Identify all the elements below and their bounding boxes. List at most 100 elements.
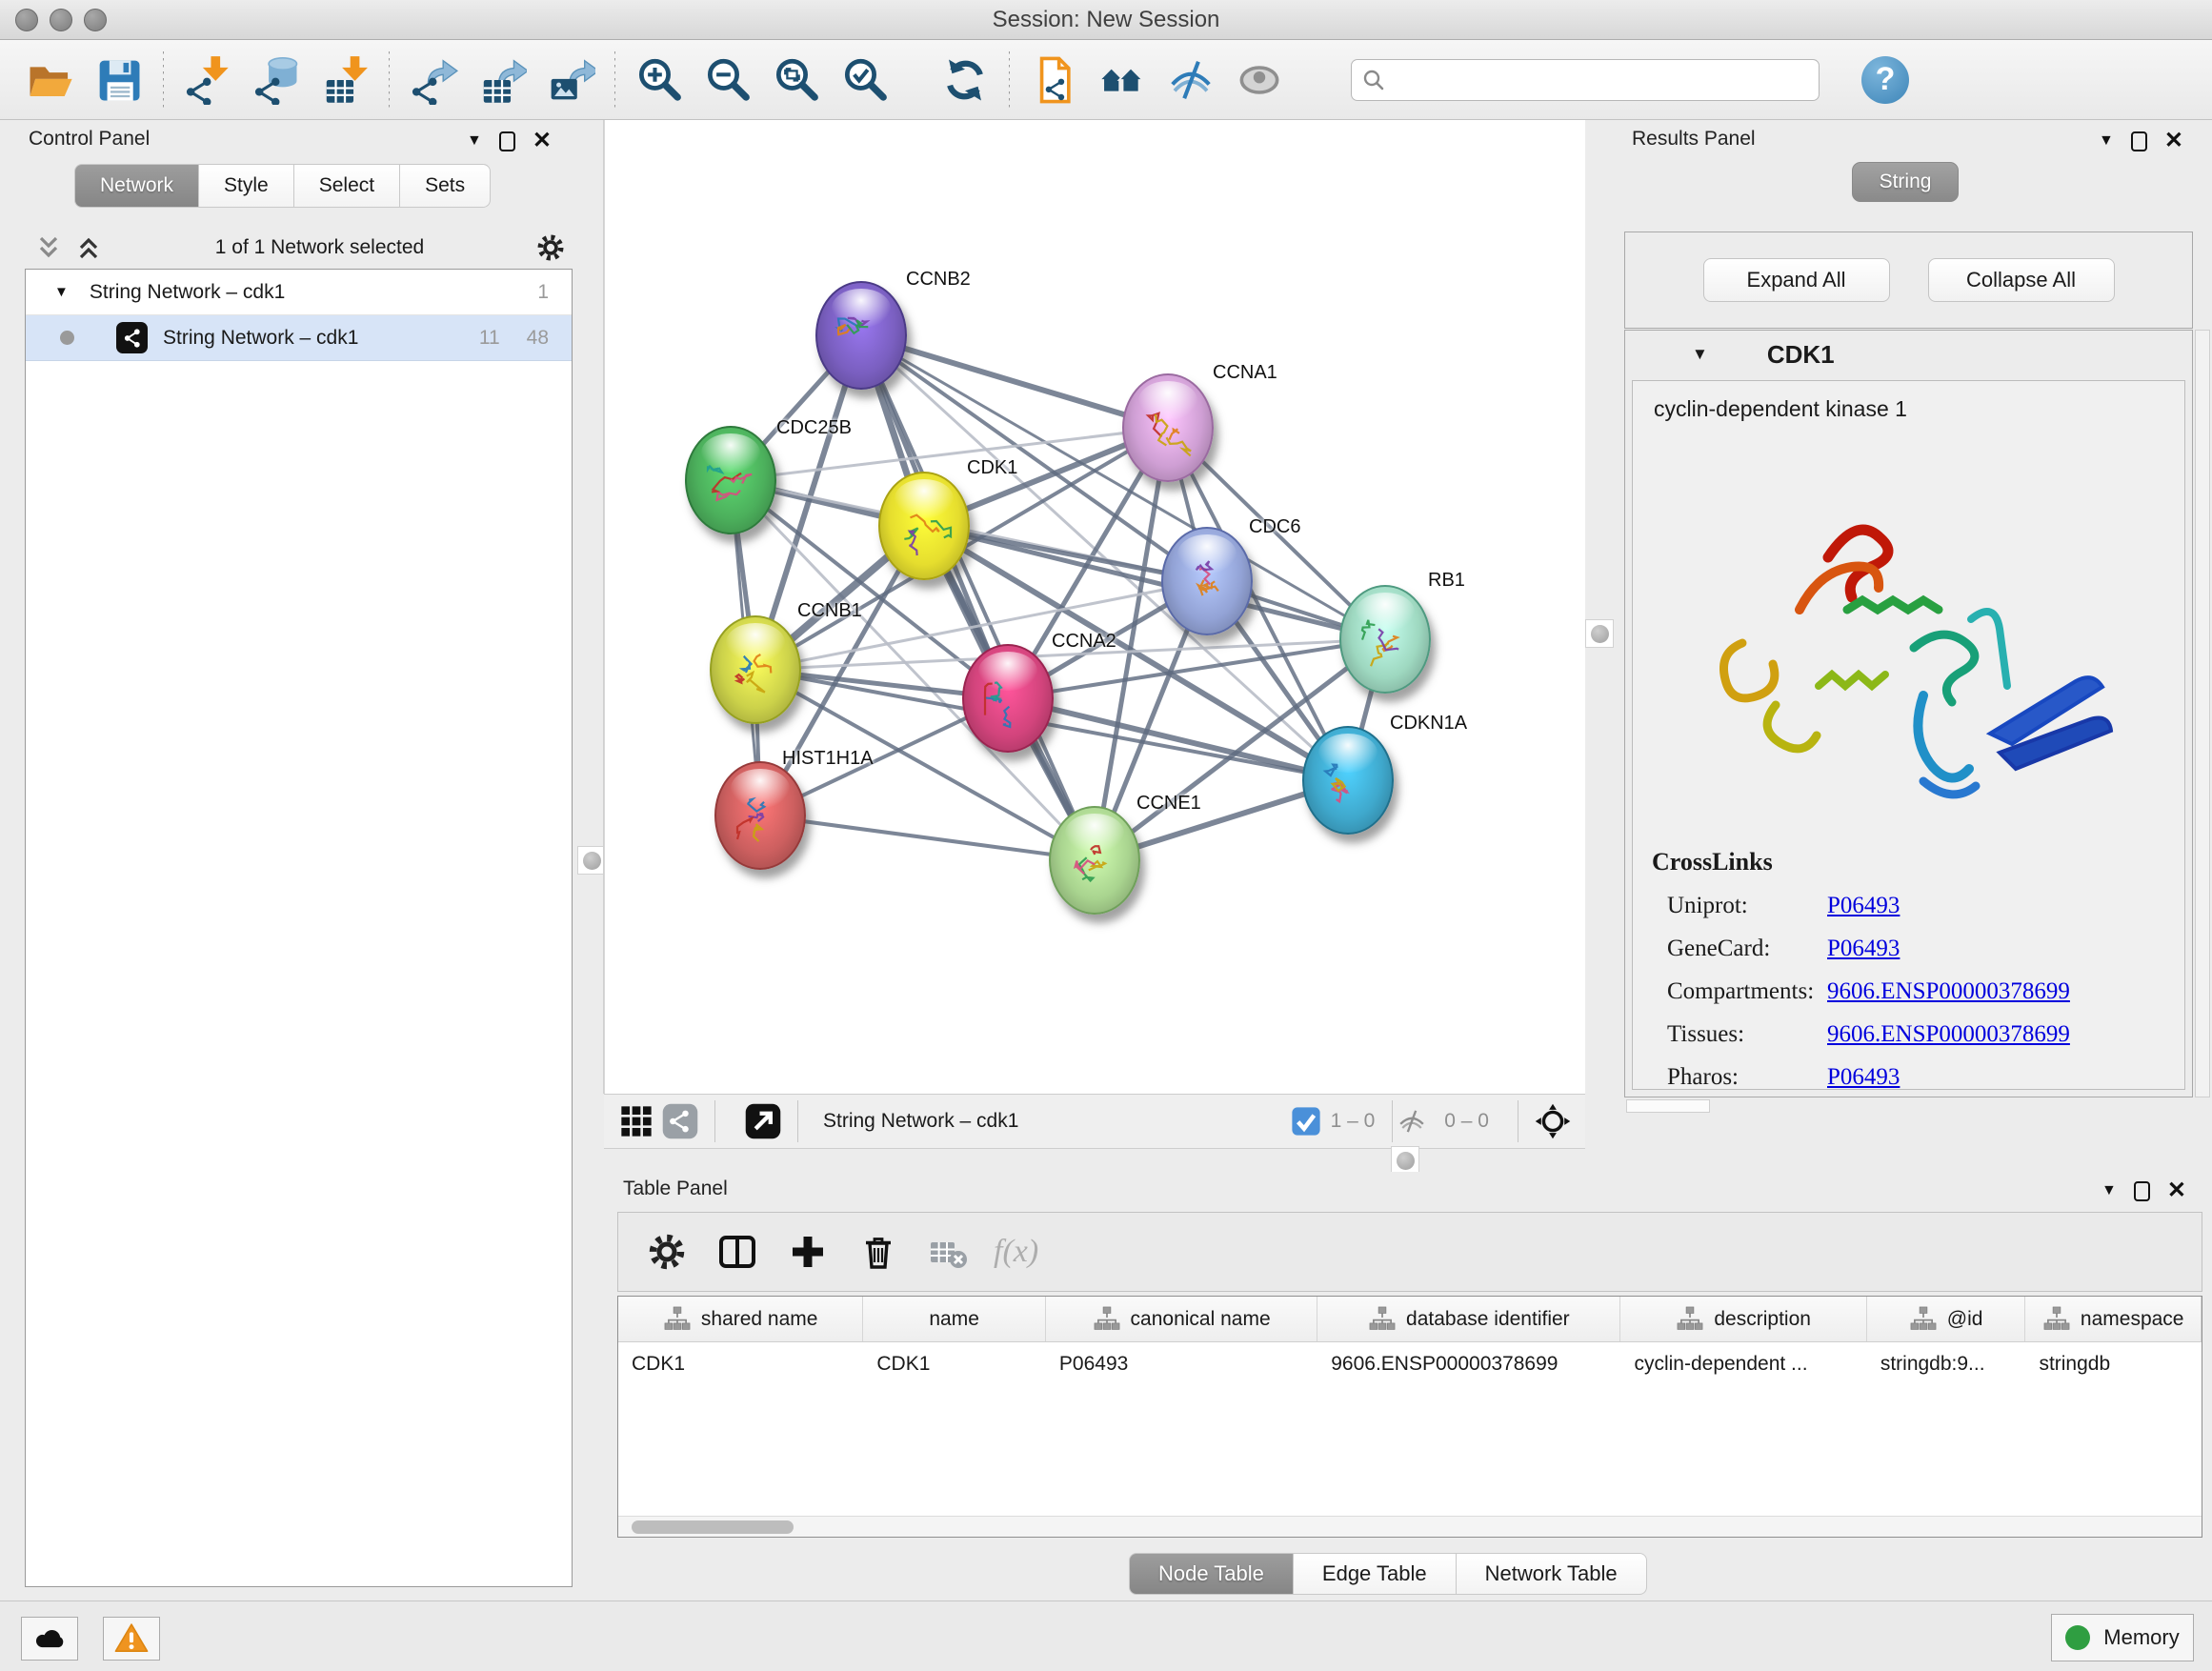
column-header-canonical-name[interactable]: canonical name <box>1046 1297 1317 1341</box>
network-node-hist1h1a[interactable] <box>714 761 806 870</box>
right-splitter-handle[interactable] <box>1585 619 1614 648</box>
bottom-splitter-handle[interactable] <box>1391 1146 1419 1175</box>
column-header-database-identifier[interactable]: database identifier <box>1317 1297 1620 1341</box>
zoom-in-icon[interactable] <box>632 52 687 108</box>
export-network-icon[interactable] <box>406 52 461 108</box>
close-panel-icon[interactable]: ✕ <box>2167 1179 2186 1202</box>
zoom-selected-icon[interactable] <box>837 52 893 108</box>
table-cell[interactable]: stringdb:9... <box>1867 1342 2026 1386</box>
float-panel-icon[interactable] <box>2131 131 2147 151</box>
tab-edge-table[interactable]: Edge Table <box>1294 1553 1457 1595</box>
gene-expander-icon[interactable]: ▼ <box>1692 345 1708 364</box>
table-cell[interactable]: CDK1 <box>863 1342 1046 1386</box>
hide-graphics-details-icon[interactable] <box>1163 52 1218 108</box>
network-options-gear-icon[interactable] <box>534 232 567 264</box>
tab-style[interactable]: Style <box>199 164 294 208</box>
float-panel-icon[interactable] <box>2134 1181 2150 1201</box>
network-row[interactable]: String Network – cdk1 11 48 <box>26 315 572 361</box>
network-edge[interactable] <box>861 335 1095 860</box>
memory-button[interactable]: Memory <box>2051 1614 2194 1661</box>
scrollbar-thumb[interactable] <box>632 1520 794 1534</box>
network-node-cdc6[interactable] <box>1161 527 1253 635</box>
warnings-button[interactable] <box>103 1617 160 1661</box>
search-field[interactable] <box>1351 59 1820 101</box>
automation-cloud-button[interactable] <box>21 1617 78 1661</box>
crosslink-link[interactable]: 9606.ENSP00000378699 <box>1827 978 2070 1005</box>
float-panel-icon[interactable] <box>499 131 515 151</box>
node-table[interactable]: shared namenamecanonical namedatabase id… <box>617 1296 2202 1538</box>
results-vertical-scrollbar[interactable] <box>2195 330 2210 1097</box>
network-node-ccna1[interactable] <box>1122 373 1214 482</box>
network-edge[interactable] <box>861 335 1168 428</box>
tab-string[interactable]: String <box>1852 162 1959 202</box>
table-options-gear-icon[interactable] <box>645 1230 689 1274</box>
column-header--id[interactable]: @id <box>1867 1297 2026 1341</box>
collection-expander-icon[interactable]: ▼ <box>54 284 69 300</box>
network-node-ccne1[interactable] <box>1049 806 1140 915</box>
network-node-cdk1[interactable] <box>878 472 970 580</box>
table-row[interactable]: CDK1CDK1P064939606.ENSP00000378699cyclin… <box>618 1342 2202 1386</box>
panel-menu-icon[interactable]: ▼ <box>467 132 482 150</box>
table-cell[interactable]: cyclin-dependent ... <box>1620 1342 1866 1386</box>
import-table-from-file-icon[interactable] <box>317 52 372 108</box>
network-edge[interactable] <box>760 815 1095 860</box>
import-network-from-file-icon[interactable] <box>180 52 235 108</box>
network-node-ccnb2[interactable] <box>815 281 907 390</box>
network-node-cdc25b[interactable] <box>685 426 776 534</box>
first-neighbors-icon[interactable] <box>1095 52 1150 108</box>
birds-eye-view-icon[interactable] <box>1534 1102 1572 1140</box>
column-header-namespace[interactable]: namespace <box>2025 1297 2202 1341</box>
tab-network-table[interactable]: Network Table <box>1457 1553 1647 1595</box>
help-icon[interactable]: ? <box>1861 56 1909 104</box>
table-horizontal-scrollbar[interactable] <box>618 1516 2202 1537</box>
close-panel-icon[interactable]: ✕ <box>2164 130 2183 152</box>
panel-menu-icon[interactable]: ▼ <box>2101 1182 2117 1199</box>
column-header-name[interactable]: name <box>863 1297 1046 1341</box>
collapse-all-button[interactable]: Collapse All <box>1928 258 2115 302</box>
crosslink-link[interactable]: 9606.ENSP00000378699 <box>1827 1021 2070 1048</box>
create-column-icon[interactable] <box>786 1230 830 1274</box>
export-image-icon[interactable] <box>543 52 598 108</box>
selected-checkbox-icon[interactable] <box>1291 1106 1321 1137</box>
detach-view-icon[interactable] <box>744 1102 782 1140</box>
fit-content-icon[interactable] <box>769 52 824 108</box>
zoom-out-icon[interactable] <box>700 52 755 108</box>
export-network-to-file-icon[interactable] <box>1026 52 1081 108</box>
network-collection-row[interactable]: ▼ String Network – cdk1 1 <box>26 270 572 315</box>
network-node-ccna2[interactable] <box>962 644 1054 753</box>
refresh-view-icon[interactable] <box>937 52 993 108</box>
table-cell[interactable]: P06493 <box>1046 1342 1317 1386</box>
network-overview-icon[interactable] <box>661 1102 699 1140</box>
show-graphics-details-icon[interactable] <box>1232 52 1287 108</box>
tab-node-table[interactable]: Node Table <box>1129 1553 1294 1595</box>
network-node-rb1[interactable] <box>1339 585 1431 694</box>
table-cell[interactable]: CDK1 <box>618 1342 863 1386</box>
show-grid-icon[interactable] <box>617 1102 655 1140</box>
import-network-from-database-icon[interactable] <box>249 52 304 108</box>
network-view-canvas[interactable]: CCNB2CCNA1CDC25BCDK1CDC6RB1CCNB1CCNA2CDK… <box>604 120 1585 1094</box>
crosslink-link[interactable]: P06493 <box>1827 893 1900 919</box>
crosslink-link[interactable]: P06493 <box>1827 1064 1900 1091</box>
table-cell[interactable]: stringdb <box>2025 1342 2202 1386</box>
panel-menu-icon[interactable]: ▼ <box>2099 132 2114 150</box>
delete-column-icon[interactable] <box>856 1230 900 1274</box>
collapse-all-icon[interactable] <box>32 233 65 262</box>
save-session-icon[interactable] <box>91 52 147 108</box>
network-node-cdkn1a[interactable] <box>1302 726 1394 835</box>
column-header-description[interactable]: description <box>1620 1297 1866 1341</box>
table-cell[interactable]: 9606.ENSP00000378699 <box>1317 1342 1620 1386</box>
search-input[interactable] <box>1386 63 1809 97</box>
expand-all-icon[interactable] <box>72 233 105 262</box>
tab-select[interactable]: Select <box>294 164 400 208</box>
results-horizontal-scrollbar[interactable] <box>1626 1099 1710 1113</box>
show-columns-icon[interactable] <box>715 1230 759 1274</box>
tab-network[interactable]: Network <box>74 164 199 208</box>
crosslink-link[interactable]: P06493 <box>1827 936 1900 962</box>
column-header-shared-name[interactable]: shared name <box>618 1297 863 1341</box>
tab-sets[interactable]: Sets <box>400 164 491 208</box>
open-session-icon[interactable] <box>23 52 78 108</box>
export-table-icon[interactable] <box>474 52 530 108</box>
close-panel-icon[interactable]: ✕ <box>533 130 552 152</box>
network-node-ccnb1[interactable] <box>710 615 801 724</box>
left-splitter-handle[interactable] <box>577 846 606 875</box>
